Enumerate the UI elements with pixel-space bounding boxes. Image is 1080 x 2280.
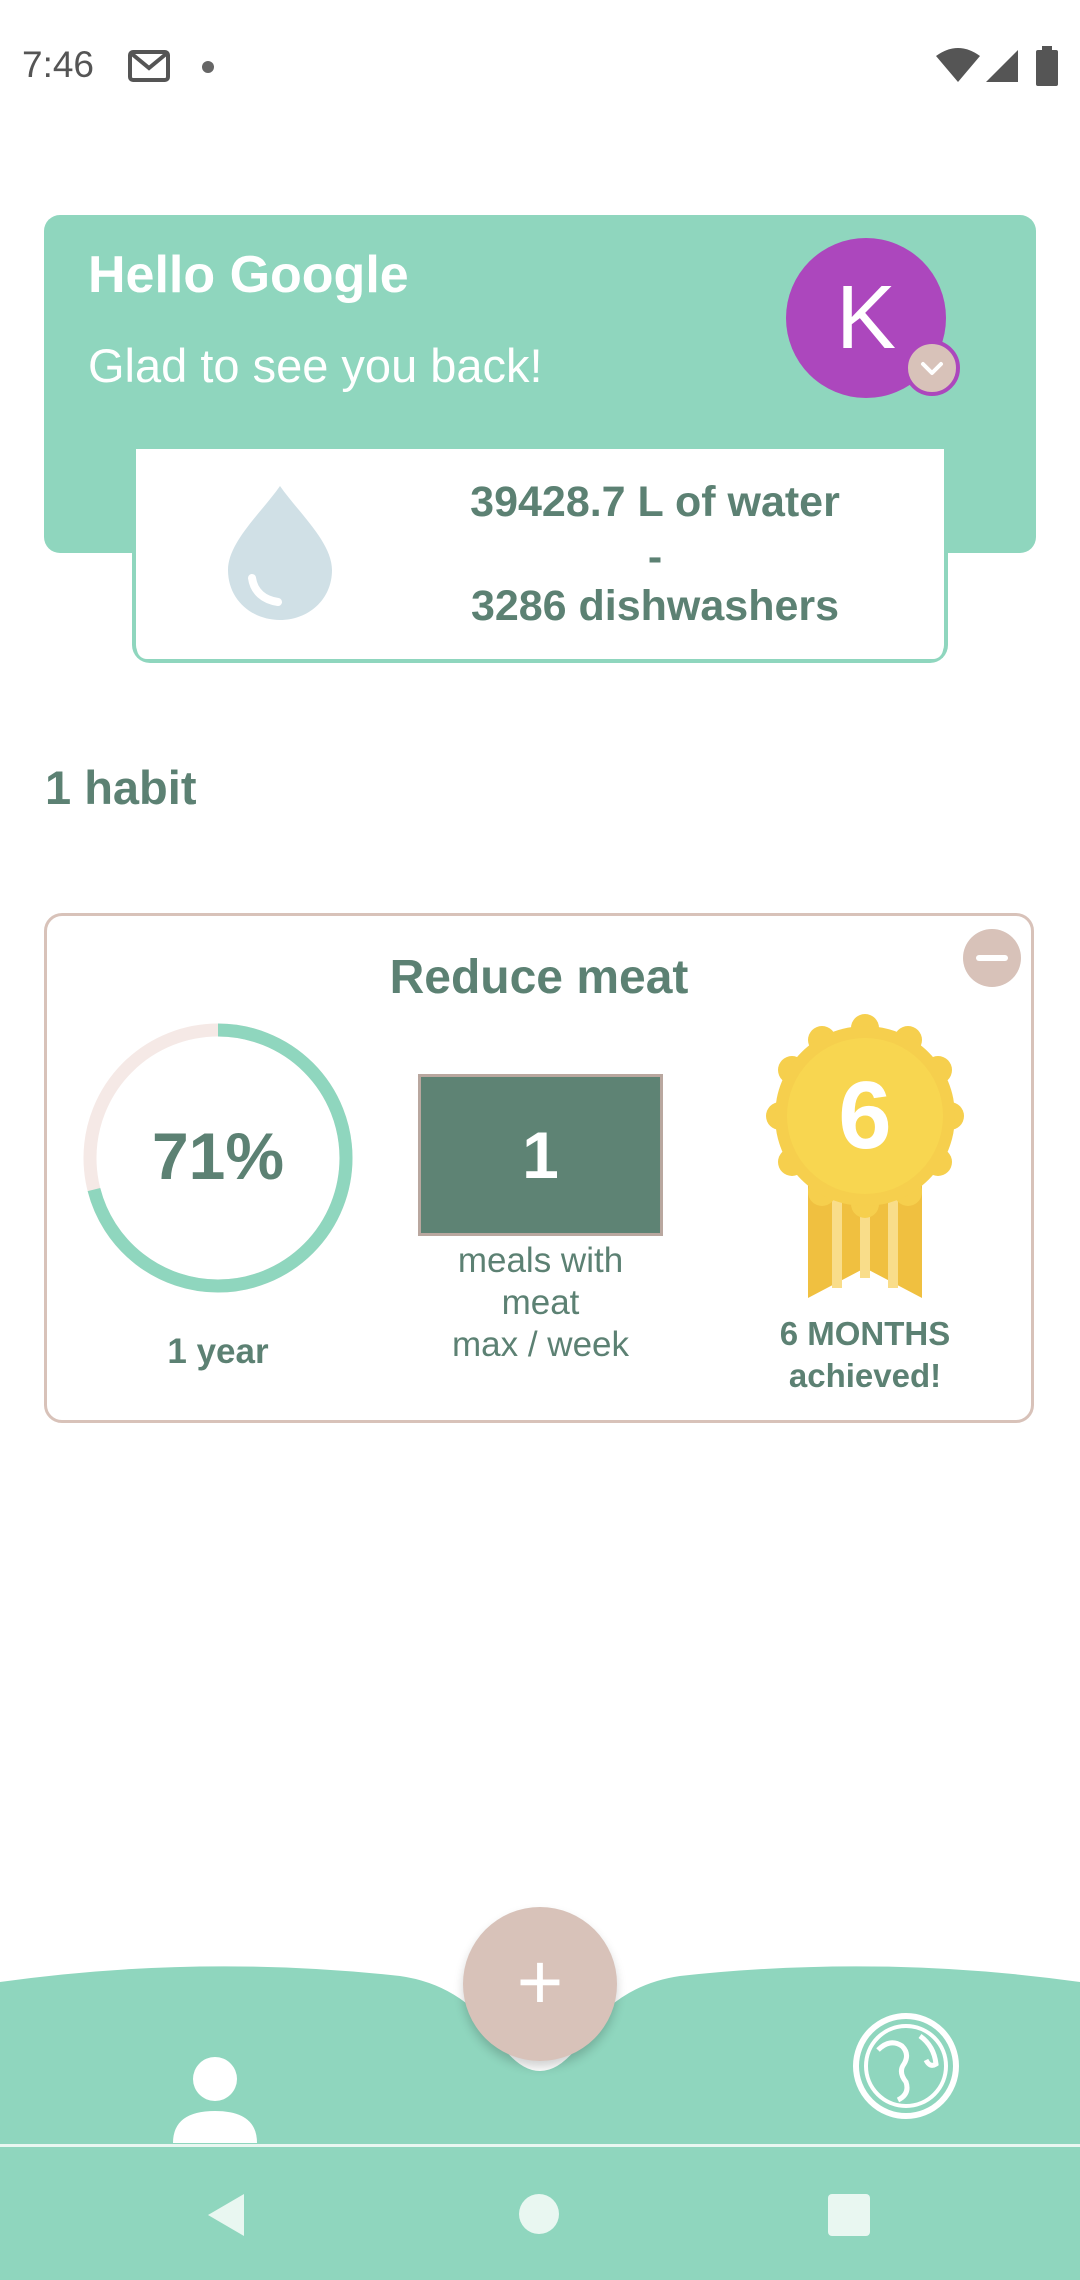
back-button[interactable] — [204, 2190, 248, 2240]
status-bar: 7:46 — [0, 0, 1080, 130]
remove-habit-button[interactable] — [963, 929, 1021, 987]
globe-icon[interactable] — [850, 2010, 962, 2122]
meal-caption-line: max / week — [452, 1325, 629, 1364]
signal-icon — [986, 50, 1018, 82]
meal-goal-caption: meals with meat max / week — [418, 1240, 663, 1366]
progress-percent: 71% — [151, 1119, 285, 1193]
battery-icon — [1036, 46, 1058, 86]
greeting-title: Hello Google — [88, 246, 409, 304]
add-habit-button[interactable]: + — [463, 1907, 617, 2061]
meal-caption-line: meals with — [457, 1241, 624, 1280]
medal-caption: 6 MONTHS achieved! — [748, 1313, 982, 1397]
notification-dot — [202, 61, 214, 73]
meal-goal-value: 1 — [418, 1074, 663, 1236]
recents-button[interactable] — [828, 2194, 870, 2236]
medal-number: 6 — [838, 1062, 891, 1169]
water-dishwashers-text: 3286 dishwashers — [470, 582, 840, 630]
avatar-dropdown-button[interactable] — [904, 340, 960, 396]
gmail-icon — [128, 50, 170, 82]
status-time: 7:46 — [22, 44, 95, 85]
home-button[interactable] — [519, 2194, 559, 2234]
habit-count-label: 1 habit — [45, 761, 197, 814]
meal-caption-line: meat — [501, 1283, 580, 1322]
person-icon[interactable] — [165, 2055, 265, 2155]
wifi-icon — [936, 48, 980, 82]
medal-caption-line: 6 MONTHS — [779, 1315, 951, 1352]
medal-icon: 6 — [766, 1014, 964, 1298]
water-liters-text: 39428.7 L of water — [470, 478, 840, 526]
water-separator: - — [647, 533, 663, 581]
greeting-subtitle: Glad to see you back! — [88, 339, 543, 392]
habit-duration: 1 year — [167, 1332, 269, 1371]
medal-caption-line: achieved! — [788, 1357, 942, 1394]
plus-icon: + — [516, 1937, 564, 2026]
water-drop-icon — [228, 486, 332, 620]
chevron-down-icon — [921, 362, 943, 375]
habit-title: Reduce meat — [389, 951, 689, 1004]
